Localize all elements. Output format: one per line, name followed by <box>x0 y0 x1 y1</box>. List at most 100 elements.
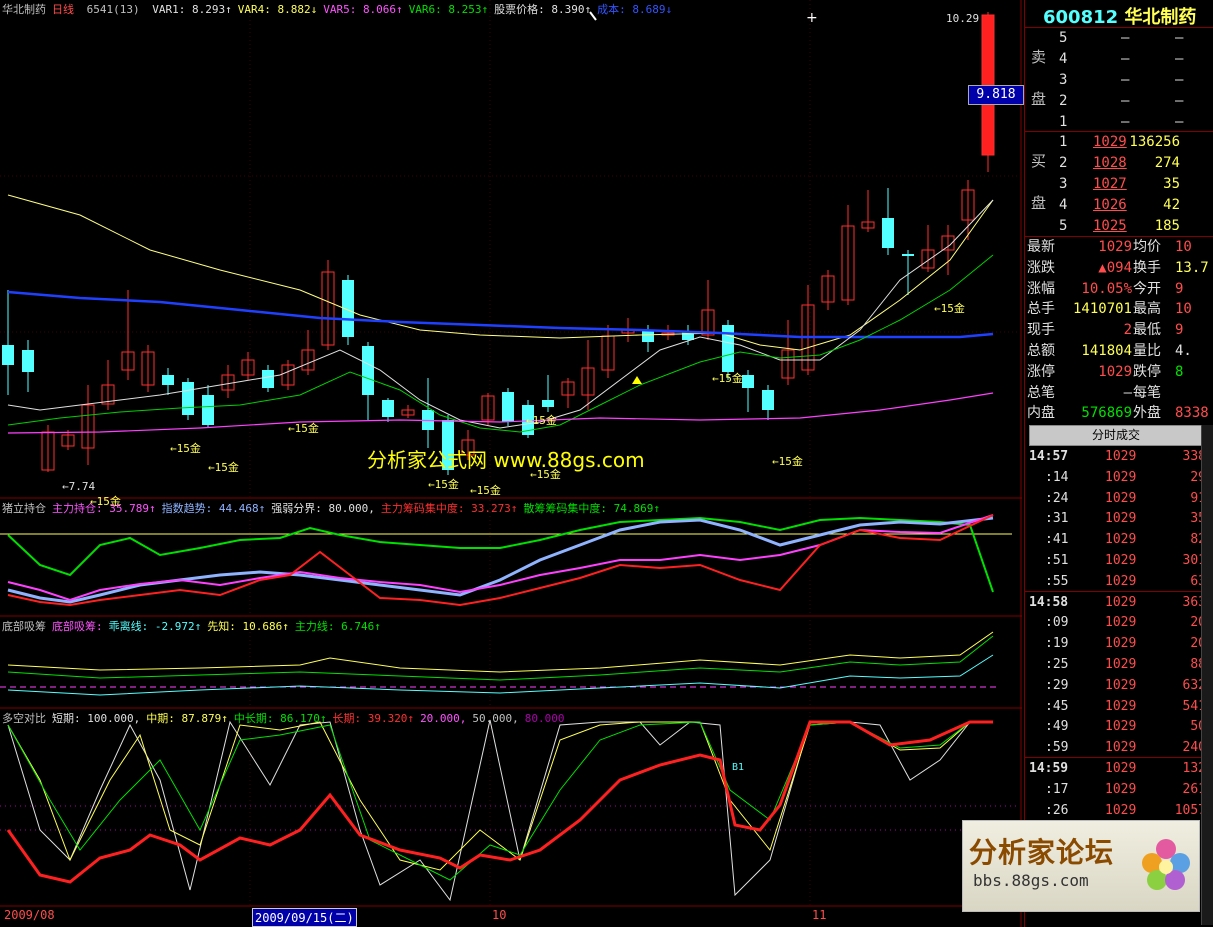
tab-tick-trades[interactable]: 分时成交 <box>1029 425 1203 446</box>
tick-row: :41 1029 82 <box>1045 532 1206 548</box>
candle-body-down <box>742 375 754 388</box>
candle-body-down <box>162 375 174 385</box>
sub2-green-line <box>7 635 994 681</box>
sub3-white-line <box>7 719 993 902</box>
sell-level-4: 4— — <box>1059 51 1184 67</box>
stat-row: 现手 2 最低 9 <box>1027 322 1184 339</box>
main-legend-item-0: VAR1: 8.293↑ <box>152 3 232 16</box>
sell-level-3: 3— — <box>1059 72 1184 88</box>
forum-title: 分析家论坛 <box>969 836 1115 869</box>
sub2-legend-item-3: 主力线: 6.746↑ <box>294 620 381 633</box>
sub3-legend: 多空对比 短期: 100.000, 中期: 87.879↑ 中长期: 86.170↑ 长… <box>2 710 577 726</box>
gold-signal-label: ←15金 <box>470 484 501 497</box>
forum-watermark: 分析家论坛 bbs.88gs.com <box>962 820 1200 912</box>
sub2-legend-item-0: 底部吸筹: <box>52 620 103 633</box>
main-legend-item-4: 股票价格: 8.390↑ <box>494 3 592 16</box>
sub2-legend: 底部吸筹 底部吸筹: 乖离线: -2.972↑ 先知: 10.686↑ 主力线: 6.7… <box>2 618 393 634</box>
buy-level-4: 4 1026 42 <box>1059 197 1180 213</box>
buy-level-3: 3 1027 35 <box>1059 176 1180 192</box>
sell-level-5: 5— — <box>1059 30 1184 46</box>
tick-row: :24 1029 91 <box>1045 490 1206 506</box>
candle-body-down <box>502 392 514 422</box>
forum-url: bbs.88gs.com <box>973 871 1089 890</box>
sub3-legend-item-1: 中期: 87.879↑ <box>146 712 228 725</box>
sub3-green-line <box>7 721 993 881</box>
tick-row: :59 1029 240 <box>1045 740 1206 756</box>
candle-body-down <box>382 400 394 417</box>
sub3-yellow-line <box>7 721 993 871</box>
sub3-legend-item-6: 80.000 <box>524 712 565 725</box>
main-legend: 华北制药 日线 6541(13) VAR1: 8.293↑ VAR4: 8.882↓… <box>2 1 684 17</box>
tick-row: 14:57 1029 338 <box>1029 449 1206 464</box>
stat-row: 内盘 576869 外盘 8338 <box>1027 405 1209 422</box>
ma-line-white <box>7 199 994 429</box>
candle-body-down <box>202 395 214 425</box>
date-label-nov: 11 <box>812 908 827 922</box>
stat-row: 总额 141804 量比 4. <box>1027 343 1192 359</box>
panel-stock-name: 华北制药 <box>1124 7 1197 28</box>
candle-body-down <box>182 382 194 415</box>
sub1-blue-line <box>7 516 994 604</box>
stat-row: 最新 1029 均价 10 <box>1027 239 1192 255</box>
tick-row: 14:59 1029 132 <box>1029 761 1206 776</box>
code-info: 6541(13) <box>86 3 140 16</box>
buy-level-2: 2 1028 274 <box>1059 155 1180 171</box>
date-label-oct: 10 <box>492 908 507 922</box>
tick-row: :17 1029 261 <box>1045 781 1206 797</box>
gold-signal-label: ←15金 <box>208 461 239 474</box>
site-watermark: 分析家公式网 www.88gs.com <box>367 448 645 472</box>
tick-row: :14 1029 29 <box>1045 469 1206 485</box>
b1-marker: B1 <box>732 762 745 773</box>
main-legend-item-5: 成本: 8.689↓ <box>597 3 673 16</box>
tick-row: :49 1029 50 <box>1045 719 1206 735</box>
tick-row: 14:58 1029 363 <box>1029 594 1206 610</box>
stat-row: 涨停 1029 跌停 8 <box>1027 363 1184 380</box>
crosshair-price-box: 9.818 <box>968 85 1024 105</box>
sub1-legend-item-0: 主力持仓: 35.789↑ <box>52 502 156 515</box>
sub2-cyan-line <box>7 654 994 696</box>
candle-body-down <box>22 350 34 372</box>
panel-header: 600812 华北制药 <box>1043 3 1196 29</box>
tick-row: :51 1029 301 <box>1045 553 1206 568</box>
gold-signal-label: ←15金 <box>934 302 965 315</box>
candle-body-down <box>642 330 654 342</box>
gold-signal-label: ←15金 <box>712 372 743 385</box>
candle-body-down <box>362 346 374 395</box>
gold-signal-label: ←15金 <box>772 455 803 468</box>
sub3-legend-item-4: 20.000, <box>420 712 467 725</box>
tick-row: :19 1029 20 <box>1045 636 1206 652</box>
gold-signal-label: ←15金 <box>288 422 319 435</box>
tick-row: :25 1029 88 <box>1045 657 1206 672</box>
stat-row: 涨跌 ▲094 换手 13.7 <box>1027 259 1209 276</box>
stat-row: 总笔 — 每笔 <box>1027 384 1161 401</box>
stock-name: 华北制药 <box>2 3 46 16</box>
plus-marker: + <box>806 10 818 26</box>
sub3-legend-item-3: 长期: 39.320↑ <box>332 712 415 725</box>
candle-body-down <box>762 390 774 410</box>
buy-signal-triangle <box>632 376 642 384</box>
main-legend-item-2: VAR5: 8.066↑ <box>323 3 403 16</box>
period-label[interactable]: 日线 <box>52 3 74 16</box>
stat-row: 总手 1410701 最高 10 <box>1027 301 1192 318</box>
date-label-left: 2009/08 <box>4 908 55 922</box>
quote-panel: 600812 华北制药 卖 盘 5— —4— —3— —2— —1— — 买 盘 1 102… <box>1024 0 1213 927</box>
buy-level-1: 1 1029 136256 <box>1059 134 1180 150</box>
candle-body-down <box>882 218 894 248</box>
tick-row: :09 1029 20 <box>1045 615 1206 631</box>
tick-scrollbar[interactable] <box>1201 425 1213 925</box>
sub1-title: 猪立持仓 <box>2 502 46 515</box>
sub1-legend-item-3: 主力筹码集中度: 33.273↑ <box>380 502 518 515</box>
candle-body-down <box>262 370 274 388</box>
ma-line-magenta <box>7 392 994 434</box>
flower-logo-icon <box>1142 839 1190 890</box>
gold-signal-label: ←15金 <box>526 414 557 427</box>
candle-body-down <box>542 400 554 407</box>
buy-level-5: 5 1025 185 <box>1059 218 1180 234</box>
tick-row: :45 1029 541 <box>1045 698 1206 714</box>
tick-row: :26 1029 1057 <box>1045 802 1206 818</box>
candle-body-down <box>2 345 14 365</box>
sub3-legend-item-0: 短期: 100.000, <box>52 712 141 725</box>
cost-line-blue <box>7 290 994 339</box>
sell-level-1: 1— — <box>1059 114 1184 130</box>
sub1-legend-item-1: 指数趋势: 44.468↑ <box>161 502 266 515</box>
